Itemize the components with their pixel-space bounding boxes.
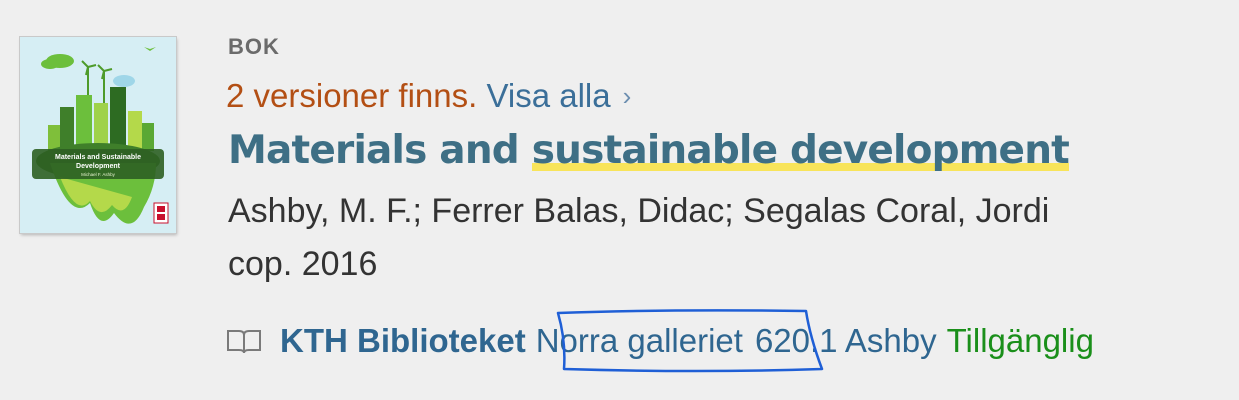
resource-type-label: BOK bbox=[228, 34, 280, 59]
title-highlighted-text: sustainable development bbox=[531, 128, 1070, 173]
cover-illustration: Materials and Sustainable Development Mi… bbox=[20, 37, 176, 233]
availability-status: Tillgänglig bbox=[946, 322, 1094, 359]
versions-count-text: 2 versioner finns. bbox=[226, 77, 478, 114]
versions-line: 2 versioner finns. Visa alla › bbox=[226, 77, 631, 115]
show-all-versions-link[interactable]: Visa alla bbox=[486, 77, 610, 114]
record-title-link[interactable]: Materials and sustainable development bbox=[228, 128, 1070, 173]
holding-row: KTH Biblioteket Norra galleriet 620.1 As… bbox=[226, 322, 1094, 360]
shelf-location: Norra galleriet bbox=[535, 322, 743, 359]
cover-title-line2: Development bbox=[76, 163, 121, 170]
cover-title-line1: Materials and Sustainable bbox=[55, 154, 141, 161]
chevron-right-icon[interactable]: › bbox=[623, 81, 632, 111]
record-date: cop. 2016 bbox=[228, 245, 378, 283]
cover-author: Michael F. Ashby bbox=[81, 172, 116, 177]
record-authors: Ashby, M. F.; Ferrer Balas, Didac; Segal… bbox=[228, 192, 1050, 230]
library-name-link[interactable]: KTH Biblioteket bbox=[280, 322, 526, 360]
book-open-icon bbox=[227, 330, 261, 354]
title-text: Materials and bbox=[228, 128, 532, 173]
call-number: 620.1 Ashby bbox=[754, 322, 937, 359]
book-cover-image[interactable]: Materials and Sustainable Development Mi… bbox=[20, 37, 176, 233]
